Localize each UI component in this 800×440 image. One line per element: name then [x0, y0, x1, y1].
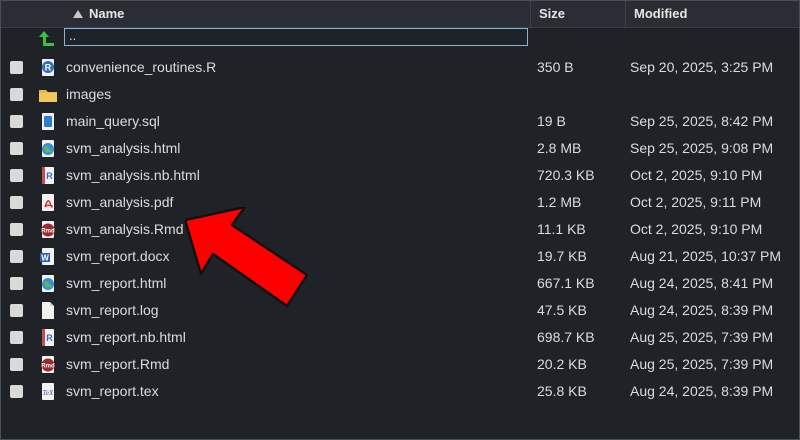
column-divider[interactable] [625, 1, 626, 27]
file-row[interactable]: images [1, 81, 799, 108]
row-checkbox[interactable] [10, 223, 23, 236]
file-size: 350 B [537, 59, 574, 75]
folder-icon[interactable] [38, 85, 58, 105]
file-modified: Aug 24, 2025, 8:39 PM [630, 302, 774, 318]
pdf-file-icon[interactable] [38, 193, 58, 213]
file-size: 720.3 KB [537, 167, 595, 183]
file-row[interactable]: TeX svm_report.tex 25.8 KB Aug 24, 2025, 8:… [1, 378, 799, 405]
row-checkbox[interactable] [10, 196, 23, 209]
row-checkbox[interactable] [10, 331, 23, 344]
parent-directory-row[interactable]: .. [1, 27, 799, 54]
rmd-file-icon[interactable]: Rmd [38, 220, 58, 240]
svg-text:W: W [41, 254, 49, 263]
file-size: 11.1 KB [537, 221, 586, 237]
file-name-link[interactable]: svm_analysis.html [66, 140, 180, 156]
file-modified: Oct 2, 2025, 9:10 PM [630, 221, 763, 237]
svg-text:R: R [45, 63, 52, 73]
svg-text:R: R [46, 171, 53, 181]
file-row[interactable]: svm_analysis.html 2.8 MB Sep 25, 2025, 9:0… [1, 135, 799, 162]
column-header-modified[interactable]: Modified [634, 1, 687, 27]
r-notebook-icon[interactable]: R [38, 328, 58, 348]
file-name-link[interactable]: images [66, 86, 111, 102]
file-row[interactable]: svm_report.html 667.1 KB Aug 24, 2025, 8:4… [1, 270, 799, 297]
file-modified: Oct 2, 2025, 9:10 PM [630, 167, 763, 183]
column-divider[interactable] [530, 1, 531, 27]
file-list-header: Name Size Modified [1, 1, 799, 28]
file-modified: Sep 20, 2025, 3:25 PM [630, 59, 774, 75]
file-row[interactable]: Rmd svm_report.Rmd 20.2 KB Aug 25, 2025, 7:… [1, 351, 799, 378]
row-checkbox[interactable] [10, 115, 23, 128]
svg-text:Rmd: Rmd [41, 364, 55, 370]
sql-file-icon[interactable] [38, 112, 58, 132]
row-checkbox[interactable] [10, 88, 23, 101]
file-size: 47.5 KB [537, 302, 587, 318]
row-checkbox[interactable] [10, 142, 23, 155]
file-size: 19.7 KB [537, 248, 587, 264]
html-file-icon[interactable] [38, 274, 58, 294]
file-modified: Aug 25, 2025, 7:39 PM [630, 356, 774, 372]
file-name-link[interactable]: svm_analysis.nb.html [66, 167, 200, 183]
word-file-icon[interactable]: W [38, 247, 58, 267]
file-name-link[interactable]: svm_report.Rmd [66, 356, 169, 372]
svg-text:TeX: TeX [43, 389, 54, 397]
file-size: 19 B [537, 113, 566, 129]
file-name-link[interactable]: svm_report.nb.html [66, 329, 186, 345]
row-checkbox[interactable] [10, 250, 23, 263]
file-modified: Sep 25, 2025, 8:42 PM [630, 113, 774, 129]
sort-ascending-icon[interactable] [73, 10, 83, 18]
file-name-link[interactable]: svm_report.docx [66, 248, 169, 264]
row-checkbox[interactable] [10, 277, 23, 290]
file-size: 20.2 KB [537, 356, 587, 372]
file-row[interactable]: Rconvenience_routines.R 350 B Sep 20, 2025… [1, 54, 799, 81]
file-row[interactable]: Rsvm_report.nb.html 698.7 KB Aug 25, 2025,… [1, 324, 799, 351]
row-checkbox[interactable] [10, 385, 23, 398]
file-modified: Oct 2, 2025, 9:11 PM [630, 194, 762, 210]
row-checkbox[interactable] [10, 61, 23, 74]
file-name-link[interactable]: svm_report.tex [66, 383, 159, 399]
file-size: 25.8 KB [537, 383, 587, 399]
file-row[interactable]: svm_analysis.pdf 1.2 MB Oct 2, 2025, 9:11 … [1, 189, 799, 216]
file-row[interactable]: Rsvm_analysis.nb.html 720.3 KB Oct 2, 2025… [1, 162, 799, 189]
file-row[interactable]: svm_report.log 47.5 KB Aug 24, 2025, 8:39 … [1, 297, 799, 324]
file-name-link[interactable]: svm_report.html [66, 275, 166, 291]
file-row[interactable]: Wsvm_report.docx 19.7 KB Aug 21, 2025, 10:… [1, 243, 799, 270]
row-checkbox[interactable] [10, 304, 23, 317]
up-arrow-icon[interactable] [38, 29, 58, 49]
file-name-link[interactable]: svm_analysis.Rmd [66, 221, 183, 237]
file-name-link[interactable]: main_query.sql [66, 113, 160, 129]
file-modified: Sep 25, 2025, 9:08 PM [630, 140, 774, 156]
file-name-link[interactable]: svm_report.log [66, 302, 159, 318]
row-checkbox[interactable] [10, 169, 23, 182]
file-size: 1.2 MB [537, 194, 582, 210]
file-size: 2.8 MB [537, 140, 582, 156]
file-name-link[interactable]: convenience_routines.R [66, 59, 216, 75]
r-notebook-icon[interactable]: R [38, 166, 58, 186]
file-row[interactable]: main_query.sql 19 B Sep 25, 2025, 8:42 PM [1, 108, 799, 135]
file-row[interactable]: Rmd svm_analysis.Rmd 11.1 KB Oct 2, 2025, 9… [1, 216, 799, 243]
parent-directory-link[interactable]: .. [64, 28, 528, 46]
svg-text:Rmd: Rmd [41, 229, 55, 235]
file-modified: Aug 24, 2025, 8:39 PM [630, 383, 774, 399]
file-browser-pane: Name Size Modified .. Rconvenience_routi… [0, 0, 800, 440]
file-modified: Aug 21, 2025, 10:37 PM [630, 248, 781, 264]
tex-file-icon[interactable]: TeX [38, 382, 58, 402]
r-script-icon[interactable]: R [38, 58, 58, 78]
file-modified: Aug 24, 2025, 8:41 PM [630, 275, 774, 291]
column-header-size[interactable]: Size [539, 1, 565, 27]
red-arrow-annotation [185, 207, 309, 308]
rmd-file-icon[interactable]: Rmd [38, 355, 58, 375]
file-name-link[interactable]: svm_analysis.pdf [66, 194, 173, 210]
column-header-name[interactable]: Name [89, 1, 124, 27]
row-checkbox[interactable] [10, 358, 23, 371]
file-size: 698.7 KB [537, 329, 595, 345]
svg-text:R: R [46, 333, 53, 343]
file-modified: Aug 25, 2025, 7:39 PM [630, 329, 774, 345]
text-file-icon[interactable] [38, 301, 58, 321]
html-file-icon[interactable] [38, 139, 58, 159]
file-size: 667.1 KB [537, 275, 595, 291]
